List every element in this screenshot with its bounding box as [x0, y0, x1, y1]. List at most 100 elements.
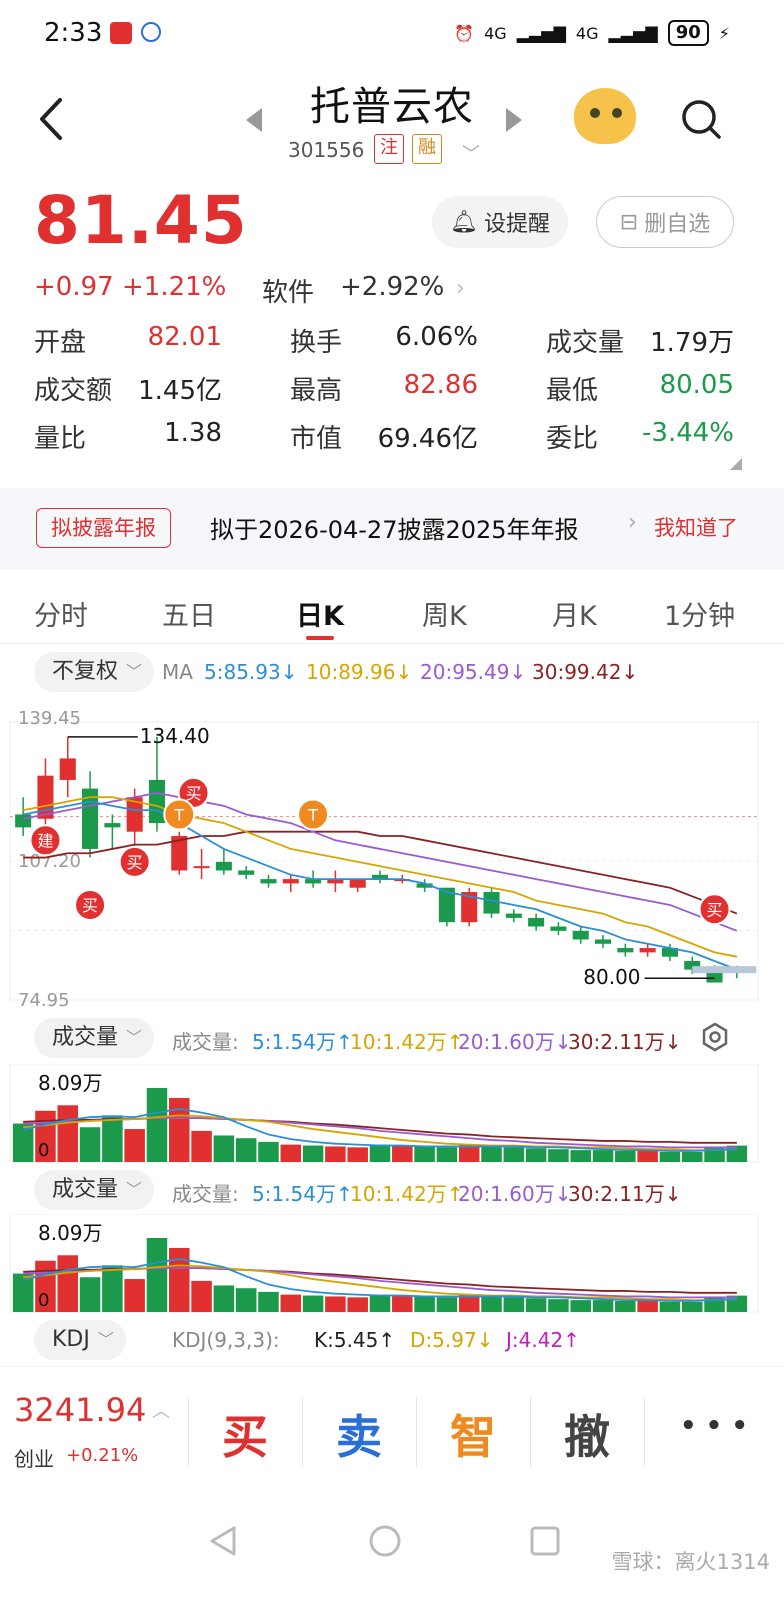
dismiss-banner-button[interactable]: 我知道了 [654, 512, 738, 542]
volume-indicator-row-1: 成交量 ﹀ 成交量: 5:1.54万↑ 10:1.42万↑ 20:1.60万↓ … [0, 1018, 784, 1058]
volume-max-label: 8.09万 [38, 1221, 103, 1245]
volume-bar [369, 1294, 391, 1312]
sector-change[interactable]: +2.92% [340, 272, 444, 302]
y-axis-max-label: 139.45 [18, 708, 81, 729]
volume-bar [302, 1145, 324, 1162]
stat-label: 成交量 [546, 328, 625, 358]
expand-corner-icon[interactable] [730, 458, 742, 470]
set-alert-button[interactable]: 🔔︎ 设提醒 [432, 196, 568, 248]
adjust-mode-dropdown[interactable]: 不复权 ﹀ [34, 652, 155, 692]
sell-button[interactable]: 卖 [336, 1401, 382, 1467]
kdj-indicator-dropdown[interactable]: KDJ ﹀ [34, 1320, 126, 1360]
index-value[interactable]: 3241.94 [14, 1391, 146, 1429]
volume-bar [637, 1301, 658, 1312]
chevron-down-icon: ﹀ [97, 1330, 114, 1349]
volume-bar [392, 1295, 413, 1312]
volume-pill-label: 成交量 [52, 1025, 119, 1050]
sector-name[interactable]: 软件 [262, 272, 314, 309]
candle-body [215, 861, 232, 871]
volume-indicator-dropdown[interactable]: 成交量 ﹀ [34, 1018, 155, 1058]
volume-chart-2[interactable]: 8.09万 0 [0, 1214, 784, 1314]
volume-bar [436, 1297, 458, 1312]
volume-bar [525, 1298, 547, 1312]
tab-intraday[interactable]: 分时 [34, 594, 88, 633]
candle-body [282, 879, 299, 884]
signal-bars-icon: ▂▃▅▇ [516, 23, 566, 43]
ma30-value: 30:99.42↓ [532, 660, 639, 684]
nav-home-icon[interactable] [368, 1524, 402, 1558]
signal-icon-2: 4G [575, 23, 599, 43]
tab-five-day[interactable]: 五日 [162, 594, 216, 633]
mascot-icon[interactable] [574, 88, 636, 144]
volume-bar [191, 1280, 212, 1312]
buy-button[interactable]: 买 [222, 1401, 268, 1467]
candle-body [505, 913, 522, 918]
next-stock-arrow-icon[interactable] [506, 108, 522, 132]
volume-bar [525, 1148, 547, 1162]
volume-zero-label: 0 [38, 1290, 49, 1311]
alarm-icon: ⏰ [454, 23, 475, 43]
stat-label: 量比 [34, 424, 87, 454]
candle-body [528, 917, 545, 927]
tab-1-minute[interactable]: 1分钟 [664, 594, 735, 633]
notification-app-icon-2 [141, 22, 161, 42]
watermark: 雪球：离火1314 [611, 1550, 770, 1574]
status-time: 2:33 [44, 18, 103, 48]
volume-bar [704, 1146, 725, 1162]
divider [416, 1397, 417, 1467]
low-marker-label: 80.00 [583, 965, 640, 989]
ma5-value: 5:85.93↓ [204, 660, 298, 684]
volume-bar [369, 1144, 391, 1162]
search-icon[interactable] [680, 98, 722, 140]
candle-body [483, 892, 500, 914]
nav-recent-icon[interactable] [528, 1524, 562, 1558]
vol-ma20-value: 20:1.60万↓ [458, 1030, 572, 1054]
candle-body [595, 939, 612, 944]
volume-bar [570, 1300, 591, 1312]
smart-order-button[interactable]: 智 [450, 1401, 496, 1467]
cancel-order-button[interactable]: 撤 [564, 1401, 610, 1467]
settings-gear-icon[interactable] [700, 1022, 730, 1052]
volume-bar [681, 1151, 703, 1162]
volume-indicator-dropdown-2[interactable]: 成交量 ﹀ [34, 1170, 155, 1210]
tab-monthly-k[interactable]: 月K [552, 594, 597, 633]
tab-daily-k[interactable]: 日K [296, 594, 344, 633]
price-change: +0.97 [34, 272, 114, 302]
chevron-right-icon[interactable]: › [456, 276, 465, 301]
more-menu-button[interactable]: • • • [680, 1411, 748, 1441]
stat-label: 开盘 [34, 328, 87, 358]
volume-pill-label: 成交量 [52, 1177, 119, 1202]
volume-zero-label: 0 [38, 1140, 49, 1161]
ma-label: MA [162, 660, 193, 684]
tab-weekly-k[interactable]: 周K [422, 594, 467, 633]
chevron-down-icon[interactable]: ﹀ [462, 140, 480, 166]
volume-bar [235, 1288, 257, 1312]
volume-bar [548, 1149, 569, 1162]
candle-body [104, 823, 121, 828]
stat-value: 6.06% [395, 322, 478, 352]
volume-indicator-row-2: 成交量 ﹀ 成交量: 5:1.54万↑ 10:1.42万↑ 20:1.60万↓ … [0, 1170, 784, 1210]
volume-bar [481, 1295, 502, 1312]
registration-tag: 注 [374, 134, 404, 164]
kdj-d-value: D:5.97↓ [410, 1328, 494, 1352]
volume-bar [659, 1301, 681, 1312]
candlestick-chart[interactable]: 139.45107.2074.95134.4080.00买建买买T T买 [0, 700, 784, 1012]
candle-body [238, 870, 255, 875]
volume-bar [436, 1147, 458, 1162]
divider [644, 1397, 645, 1467]
volume-bar [258, 1141, 279, 1162]
stat-value: 1.38 [164, 418, 222, 448]
stat-label: 最低 [546, 376, 599, 406]
nav-back-icon[interactable] [206, 1524, 240, 1558]
volume-bar [302, 1295, 324, 1312]
remove-watchlist-button[interactable]: ⊟ 删自选 [596, 196, 734, 248]
volume-chart-1[interactable]: 8.09万 0 [0, 1064, 784, 1164]
index-change: +0.21% [66, 1445, 139, 1466]
volume-bar [592, 1150, 614, 1162]
chevron-up-icon[interactable]: ︿ [152, 1397, 170, 1423]
divider [188, 1397, 189, 1467]
stat-label: 最高 [290, 376, 343, 406]
stat-value: 82.01 [147, 322, 222, 352]
trade-signal-label: 买 [127, 853, 143, 872]
system-nav-bar: 雪球：离火1314 [0, 1510, 784, 1600]
